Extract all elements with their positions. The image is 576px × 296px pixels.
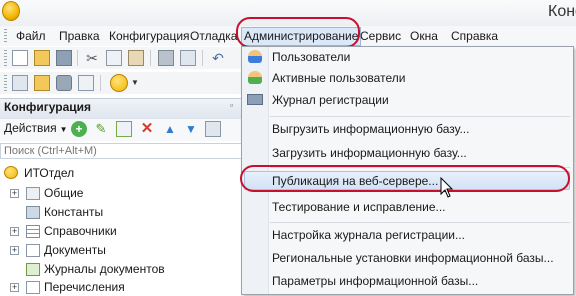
catalogs-icon	[26, 225, 40, 238]
menu-item-dump-infobase[interactable]: Выгрузить информационную базу...	[272, 120, 469, 138]
annotation-oval-menu	[236, 17, 360, 48]
menu-item-active-users[interactable]: Активные пользователи	[272, 69, 405, 87]
menu-item-users[interactable]: Пользователи	[272, 48, 350, 66]
app-logo-icon[interactable]	[2, 1, 20, 21]
copy-icon[interactable]	[106, 50, 122, 66]
tree-expander[interactable]: +	[10, 283, 19, 292]
copy-item-icon[interactable]	[116, 121, 132, 137]
menu-item-event-log[interactable]: Журнал регистрации	[272, 91, 389, 109]
menubar-grip	[4, 29, 7, 42]
open-config-icon[interactable]	[34, 75, 50, 91]
menu-item-infobase-parameters[interactable]: Параметры информационной базы...	[272, 272, 478, 290]
panel-pin-icon[interactable]: ▫	[230, 100, 238, 114]
menu-edit[interactable]: Правка	[59, 28, 100, 44]
enumerations-icon	[26, 281, 40, 294]
annotation-oval-publish	[240, 165, 570, 192]
database-icon[interactable]	[56, 75, 72, 91]
menu-debug[interactable]: Отладка	[190, 28, 237, 44]
mouse-cursor-icon	[440, 177, 454, 198]
document-journals-icon	[26, 263, 40, 276]
tree-expander[interactable]: +	[10, 189, 19, 198]
open-folder-icon[interactable]	[34, 50, 50, 66]
menu-configuration[interactable]: Конфигурация	[109, 28, 190, 44]
toolbar-separator	[77, 50, 78, 66]
tree-item-constants[interactable]: Константы	[44, 203, 103, 221]
move-up-icon[interactable]: ▲	[162, 121, 178, 137]
tree-item-catalogs[interactable]: Справочники	[44, 222, 117, 240]
menu-separator	[270, 116, 570, 117]
tree-expander[interactable]: +	[10, 227, 19, 236]
menu-windows[interactable]: Окна	[410, 28, 438, 44]
constants-icon	[26, 206, 40, 219]
compare-icon[interactable]	[78, 75, 94, 91]
paste-icon[interactable]	[128, 50, 144, 66]
save-icon[interactable]	[56, 50, 72, 66]
toolbar-grip	[4, 75, 7, 91]
event-log-icon	[247, 94, 263, 105]
menu-item-event-log-settings[interactable]: Настройка журнала регистрации...	[272, 226, 465, 244]
menu-item-test-and-repair[interactable]: Тестирование и исправление...	[272, 198, 446, 216]
documents-icon	[26, 244, 40, 257]
tree-item-document-journals[interactable]: Журналы документов	[44, 260, 165, 278]
menu-item-load-infobase[interactable]: Загрузить информационную базу...	[272, 144, 467, 162]
tree-item-enumerations[interactable]: Перечисления	[44, 278, 125, 296]
actions-menu[interactable]: Действия ▼	[4, 121, 68, 135]
search-input[interactable]	[0, 143, 250, 159]
tree-expander[interactable]: +	[10, 246, 19, 255]
infobase-root-icon	[4, 166, 18, 179]
tree-item-common[interactable]: Общие	[44, 184, 83, 202]
print-icon[interactable]	[158, 50, 174, 66]
menu-help[interactable]: Справка	[451, 28, 498, 44]
run-debug-icon[interactable]	[110, 74, 128, 92]
add-icon[interactable]: +	[71, 121, 87, 137]
menu-file[interactable]: Файл	[16, 28, 46, 44]
window-title: Конф	[548, 3, 576, 20]
tree-item-documents[interactable]: Документы	[44, 241, 106, 259]
menu-service[interactable]: Сервис	[360, 28, 401, 44]
menu-separator	[270, 222, 570, 223]
cut-icon[interactable]: ✂	[84, 50, 100, 66]
menu-item-regional-settings[interactable]: Региональные установки информационной ба…	[272, 249, 554, 267]
toolbar-separator	[150, 50, 151, 66]
delete-icon[interactable]: ✕	[139, 121, 155, 137]
active-users-icon	[248, 71, 262, 84]
chevron-down-icon: ▼	[59, 125, 68, 134]
actions-label: Действия	[4, 121, 57, 135]
config-panel-title: Конфигурация	[4, 100, 92, 114]
tree-root[interactable]: ИТОтдел	[24, 164, 74, 182]
toolbar-separator	[202, 50, 203, 66]
preview-icon[interactable]	[180, 50, 196, 66]
undo-icon[interactable]: ↶	[210, 50, 226, 66]
new-document-icon[interactable]	[12, 50, 28, 66]
common-icon	[26, 187, 40, 200]
toolbar-grip	[4, 50, 7, 66]
users-icon	[248, 50, 262, 63]
edit-icon[interactable]: ✎	[93, 121, 109, 137]
sort-icon[interactable]	[205, 121, 221, 137]
move-down-icon[interactable]: ▼	[183, 121, 199, 137]
toolbar-separator	[100, 75, 101, 91]
chevron-down-icon[interactable]: ▼	[131, 77, 139, 89]
config-tree-icon[interactable]	[12, 75, 28, 91]
